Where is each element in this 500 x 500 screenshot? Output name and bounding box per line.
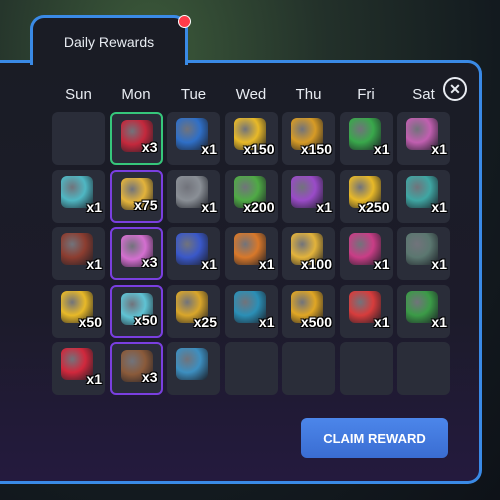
reward-slot[interactable]: x50 — [52, 284, 105, 338]
reward-quantity: x1 — [201, 198, 217, 215]
weekday-mon: Mon — [121, 86, 151, 103]
reward-quantity: x1 — [373, 313, 390, 330]
reward-quantity: x75 — [134, 196, 158, 213]
empty-reward-slot — [339, 342, 393, 395]
reward-quantity: x1 — [431, 198, 447, 215]
claim-reward-button[interactable]: CLAIM REWARD — [301, 418, 448, 458]
tab-daily-rewards[interactable]: Daily Rewards — [30, 15, 188, 65]
reward-slot[interactable]: x1 — [282, 169, 335, 223]
reward-slot[interactable]: x1 — [224, 284, 278, 338]
weekday-thu: Thu — [295, 86, 322, 103]
reward-slot[interactable]: x1 — [339, 112, 393, 165]
reward-quantity: x1 — [258, 256, 275, 272]
tab-label: Daily Rewards — [63, 33, 155, 50]
reward-quantity: x50 — [134, 311, 158, 328]
reward-quantity: x1 — [316, 198, 332, 215]
weekday-sun: Sun — [65, 86, 92, 103]
reward-quantity: x1 — [86, 198, 102, 215]
reward-slot[interactable]: x1 — [167, 112, 220, 165]
empty-reward-slot — [397, 342, 450, 395]
notification-dot — [178, 15, 191, 28]
reward-quantity: x1 — [86, 256, 102, 272]
reward-quantity: x25 — [193, 313, 217, 330]
reward-slot[interactable]: x3 — [109, 227, 163, 280]
reward-quantity: x1 — [201, 141, 217, 157]
reward-slot[interactable]: x1 — [52, 342, 105, 395]
reward-quantity: x1 — [258, 313, 275, 330]
claim-reward-label: CLAIM REWARD — [323, 430, 426, 446]
empty-reward-slot — [52, 112, 105, 165]
reward-quantity: x1 — [431, 256, 447, 272]
reward-quantity: x1 — [431, 141, 447, 157]
reward-quantity: x1 — [431, 313, 447, 330]
reward-slot[interactable]: x1 — [397, 112, 450, 165]
reward-quantity: x1 — [201, 256, 217, 272]
reward-slot[interactable]: x100 — [282, 227, 335, 280]
reward-slot[interactable]: x1 — [52, 169, 105, 223]
reward-quantity: x1 — [86, 371, 102, 387]
reward-slot[interactable]: x1 — [224, 227, 278, 280]
reward-slot[interactable]: x1 — [397, 169, 450, 223]
reward-slot[interactable]: x150 — [224, 112, 278, 165]
reward-slot[interactable]: x1 — [167, 227, 220, 280]
reward-slot[interactable]: x1 — [52, 227, 105, 280]
reward-quantity: x150 — [300, 141, 332, 157]
reward-slot[interactable]: x3 — [109, 342, 163, 395]
reward-slot[interactable]: x150 — [282, 112, 335, 165]
reward-quantity: x100 — [300, 256, 332, 272]
tab-joiner — [33, 60, 185, 66]
weekday-tue: Tue — [180, 86, 207, 103]
weekday-wed: Wed — [235, 86, 267, 103]
weekday-sat: Sat — [412, 86, 435, 103]
golden-frame-icon — [176, 348, 208, 380]
empty-reward-slot — [282, 342, 335, 395]
reward-slot[interactable]: x25 — [167, 284, 220, 338]
reward-slot[interactable]: x50 — [109, 284, 163, 338]
reward-quantity: x50 — [78, 313, 102, 330]
reward-slot[interactable]: x1 — [397, 284, 450, 338]
reward-slot[interactable] — [167, 342, 220, 395]
reward-quantity: x200 — [243, 198, 275, 215]
reward-quantity: x3 — [141, 254, 158, 270]
weekday-header: Sun Mon Tue Wed Thu Fri Sat — [52, 86, 452, 106]
reward-slot[interactable]: x1 — [339, 284, 393, 338]
reward-slot[interactable]: x75 — [109, 169, 163, 223]
reward-slot[interactable]: x1 — [167, 169, 220, 223]
reward-quantity: x250 — [358, 198, 390, 215]
reward-slot[interactable]: x3 — [109, 112, 163, 165]
reward-quantity: x3 — [141, 139, 158, 155]
reward-quantity: x3 — [141, 369, 158, 385]
reward-quantity: x1 — [373, 141, 390, 157]
reward-slot[interactable]: x250 — [339, 169, 393, 223]
weekday-fri: Fri — [357, 86, 375, 103]
reward-slot[interactable]: x1 — [397, 227, 450, 280]
empty-reward-slot — [224, 342, 278, 395]
reward-slot[interactable]: x500 — [282, 284, 335, 338]
reward-quantity: x1 — [373, 256, 390, 272]
reward-slot[interactable]: x200 — [224, 169, 278, 223]
reward-quantity: x500 — [300, 313, 332, 330]
reward-quantity: x150 — [243, 141, 275, 157]
reward-slot[interactable]: x1 — [339, 227, 393, 280]
